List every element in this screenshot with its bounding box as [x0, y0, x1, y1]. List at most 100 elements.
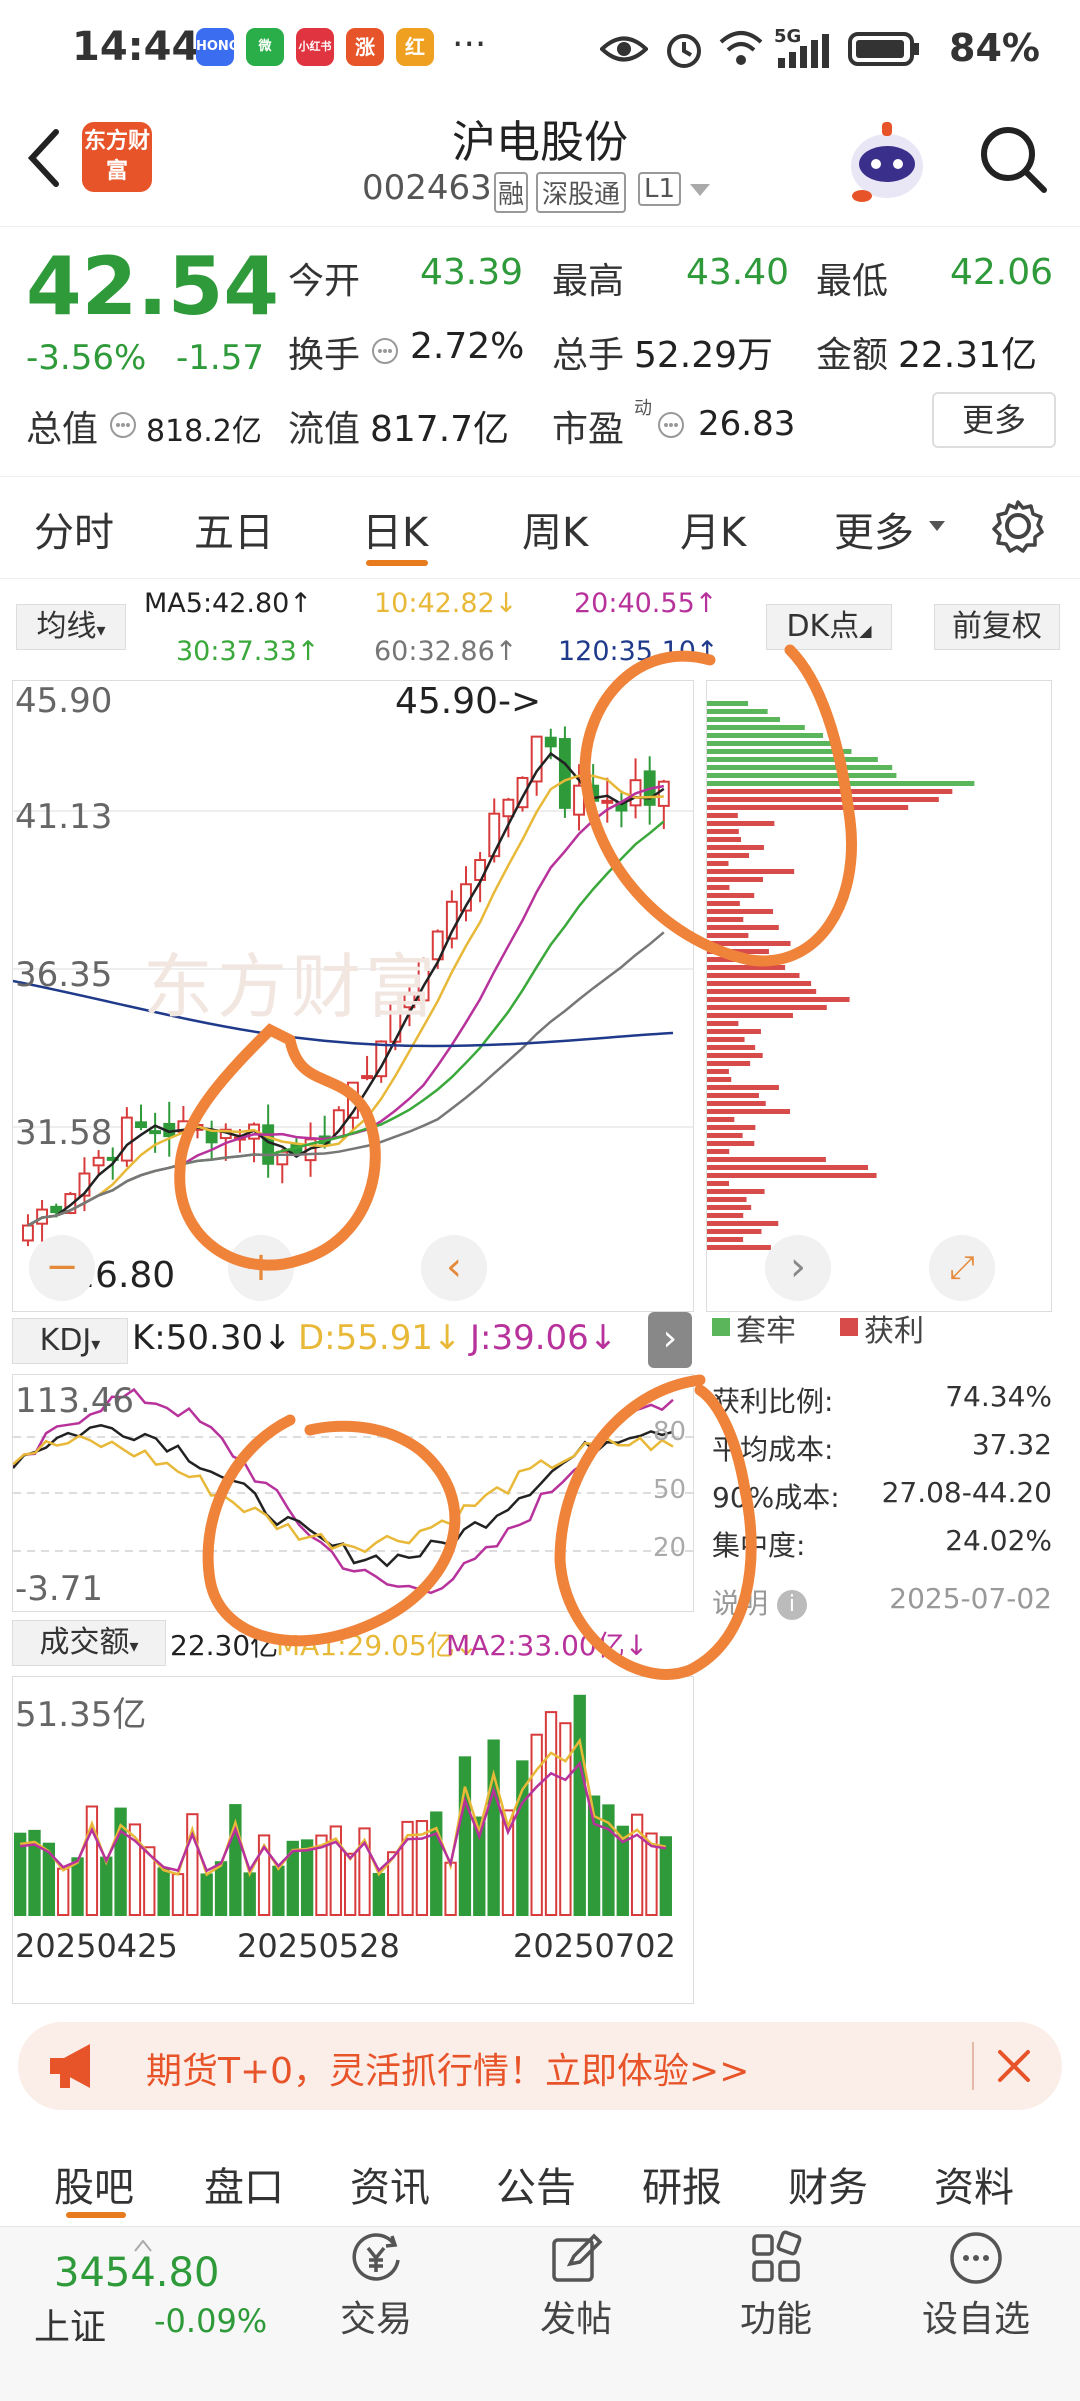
tab-weekly-k[interactable]: 周K — [522, 500, 588, 558]
mktcap-value: 818.2亿 — [146, 414, 262, 449]
chip-bar — [707, 1237, 744, 1242]
volume-bar — [487, 1739, 500, 1916]
kdj-j-value: J:39.06↓ — [470, 1318, 618, 1358]
volume-selector[interactable]: 成交额▾ — [12, 1620, 166, 1666]
info-smile-icon[interactable] — [370, 336, 400, 366]
bottom-tab-finance[interactable]: 财务 — [788, 2155, 868, 2213]
chip-bar — [707, 837, 742, 842]
expand-icon[interactable]: ⤢ — [929, 1235, 995, 1301]
candle — [657, 780, 670, 807]
search-icon[interactable] — [978, 124, 1048, 194]
bottom-tab-forum[interactable]: 股吧 — [54, 2155, 134, 2213]
indicator-selector[interactable]: KDJ▾ — [12, 1318, 128, 1364]
dropdown-triangle-icon: ◢ — [859, 621, 872, 640]
open-value: 43.39 — [420, 252, 524, 293]
kdj-panel[interactable]: 113.46 -3.71 80 50 20 — [12, 1374, 694, 1612]
pe-label: 市盈 — [552, 409, 625, 450]
candle — [262, 1124, 275, 1165]
max-price-label: 45.90-> — [395, 681, 542, 722]
nav-label: 交易 — [339, 2299, 412, 2340]
tab-daily-k[interactable]: 日K — [362, 500, 428, 558]
volume-bar — [100, 1856, 113, 1916]
close-icon[interactable] — [994, 2046, 1034, 2086]
chip-bar — [707, 741, 836, 746]
bottom-tab-profile[interactable]: 资料 — [934, 2155, 1014, 2213]
dropdown-triangle-icon[interactable] — [688, 182, 712, 198]
volume-bar — [214, 1861, 228, 1916]
pe-superscript: 动 — [634, 398, 652, 419]
kline-panel[interactable]: 东方财富 45.90 41.13 36.35 31.58 45.90-> <-2… — [12, 680, 694, 1312]
gear-icon[interactable] — [990, 498, 1046, 554]
status-bar: 14:44 HONOR 微 小红书 涨 红 ··· 5G 84% — [0, 0, 1080, 96]
tab-intraday[interactable]: 分时 — [34, 500, 114, 558]
index-ticker[interactable]: 3454.80 上证 -0.09% — [20, 2240, 280, 2380]
ma5-value: MA5:42.80↑ — [144, 588, 312, 619]
nav-add-watchlist[interactable]: 设自选 — [906, 2230, 1046, 2342]
nav-trade[interactable]: 交易 — [306, 2230, 446, 2342]
adjust-button[interactable]: 前复权 — [934, 604, 1060, 650]
bottom-tab-news[interactable]: 资讯 — [350, 2155, 430, 2213]
ma-selector[interactable]: 均线▾ — [16, 604, 126, 650]
tab-monthly-k[interactable]: 月K — [680, 500, 746, 558]
chip-stat-row: 90%成本: 27.08-44.20 — [712, 1476, 1052, 1516]
nav-label: 设自选 — [921, 2299, 1030, 2340]
info-smile-icon[interactable] — [108, 410, 138, 440]
chip-bar — [707, 1085, 779, 1090]
robot-assistant-icon[interactable] — [842, 118, 932, 206]
active-tab-underline — [66, 2212, 126, 2218]
change-percent: -3.56% — [26, 338, 147, 378]
chevron-left-icon[interactable]: ‹ — [421, 1235, 487, 1301]
chip-bar — [707, 797, 939, 802]
volume-bar — [200, 1873, 213, 1917]
chip-bar — [707, 901, 740, 906]
chip-bar — [707, 821, 775, 826]
zoom-in-button[interactable]: + — [228, 1235, 294, 1301]
mktcap-label: 总值 — [26, 409, 99, 450]
volume-bar — [530, 1733, 543, 1916]
legend-swatch — [712, 1318, 730, 1336]
volume-bar — [57, 1867, 70, 1917]
more-button[interactable]: 更多 — [932, 392, 1056, 448]
status-more: ··· — [452, 24, 487, 65]
ma120-value: 120:35.10↑ — [558, 636, 719, 667]
promo-banner[interactable]: 期货T+0，灵活抓行情！立即体验>> — [18, 2022, 1062, 2110]
chip-bar — [707, 1205, 752, 1210]
volume-bar — [344, 1852, 357, 1916]
bottom-tab-research[interactable]: 研报 — [642, 2155, 722, 2213]
tab-more[interactable]: 更多 — [834, 500, 914, 558]
eye-icon — [600, 36, 648, 62]
chip-bar — [707, 1149, 730, 1154]
chip-bar — [707, 1045, 756, 1050]
nav-post[interactable]: 发帖 — [506, 2230, 646, 2342]
float-value: 817.7亿 — [370, 409, 510, 450]
chip-bar — [707, 957, 755, 962]
chip-stat-label: 获利比例: — [712, 1385, 834, 1418]
chip-bar — [707, 941, 791, 946]
megaphone-icon — [50, 2044, 90, 2088]
chip-bar — [707, 1109, 791, 1114]
dk-button[interactable]: DK点◢ — [766, 604, 892, 650]
bottom-tab-announcement[interactable]: 公告 — [496, 2155, 576, 2213]
kdj-level-label: 80 — [653, 1417, 687, 1447]
chip-note-row[interactable]: 说明 i 2025-07-02 — [712, 1582, 1052, 1622]
y-tick-label: 45.90 — [15, 681, 113, 721]
zoom-out-button[interactable]: − — [29, 1235, 95, 1301]
chip-panel[interactable]: › ⤢ — [706, 680, 1052, 1312]
index-value: 3454.80 — [54, 2250, 220, 2296]
volume-panel[interactable]: 51.35亿 20250425 20250528 20250702 — [12, 1676, 694, 2004]
float-label: 流值 — [288, 409, 361, 450]
volume-bar — [71, 1857, 84, 1917]
tab-five-day[interactable]: 五日 — [194, 500, 274, 558]
bottom-tab-orderbook[interactable]: 盘口 — [204, 2155, 284, 2213]
volume-bar — [444, 1861, 457, 1917]
nav-functions[interactable]: 功能 — [706, 2230, 846, 2342]
info-smile-icon[interactable] — [656, 410, 686, 440]
last-price: 42.54 — [26, 240, 280, 333]
watermark: 东方财富 — [143, 946, 439, 1028]
edit-icon — [552, 2233, 603, 2282]
chip-bar — [707, 1077, 732, 1082]
chevron-right-icon[interactable]: › — [765, 1235, 831, 1301]
ma30-value: 30:37.33↑ — [176, 636, 320, 667]
chevron-right-icon[interactable]: › — [648, 1312, 692, 1368]
chip-bar — [707, 781, 975, 786]
